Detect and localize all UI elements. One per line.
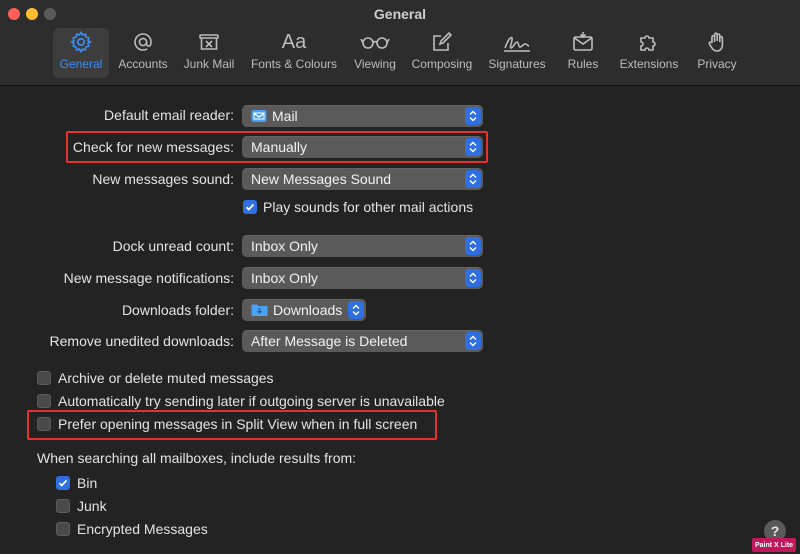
hand-icon bbox=[705, 28, 729, 56]
remove-downloads-label: Remove unedited downloads: bbox=[49, 333, 234, 349]
gear-icon bbox=[69, 28, 93, 56]
glasses-icon bbox=[360, 28, 390, 56]
remove-downloads-popup[interactable]: After Message is Deleted bbox=[242, 330, 483, 352]
notifications-popup[interactable]: Inbox Only bbox=[242, 267, 483, 289]
dock-count-popup[interactable]: Inbox Only bbox=[242, 235, 483, 257]
dock-count-label: Dock unread count: bbox=[112, 238, 234, 254]
tab-privacy[interactable]: Privacy bbox=[694, 28, 740, 78]
tab-rules[interactable]: Rules bbox=[563, 28, 603, 78]
default-reader-label: Default email reader: bbox=[104, 107, 234, 123]
search-heading: When searching all mailboxes, include re… bbox=[37, 450, 357, 466]
tab-fonts-colours[interactable]: Aa Fonts & Colours bbox=[245, 28, 343, 78]
rules-envelope-icon bbox=[571, 28, 595, 56]
signature-icon bbox=[502, 28, 532, 56]
search-bin-label: Bin bbox=[77, 475, 98, 491]
popup-arrows-icon bbox=[465, 269, 481, 287]
remove-downloads-value: After Message is Deleted bbox=[251, 333, 408, 349]
tab-fonts-colours-label: Fonts & Colours bbox=[250, 57, 338, 71]
compose-icon bbox=[430, 28, 454, 56]
popup-arrows-icon bbox=[348, 301, 364, 319]
archive-muted-checkbox[interactable] bbox=[37, 371, 51, 385]
archive-muted-label: Archive or delete muted messages bbox=[58, 370, 274, 386]
fonts-glyph: Aa bbox=[281, 30, 307, 53]
sound-value: New Messages Sound bbox=[251, 171, 392, 187]
mail-app-icon bbox=[251, 109, 267, 123]
tab-extensions-label: Extensions bbox=[619, 57, 679, 71]
default-reader-value: Mail bbox=[272, 108, 298, 124]
tab-signatures[interactable]: Signatures bbox=[483, 28, 551, 78]
downloads-value: Downloads bbox=[273, 302, 343, 318]
tab-junk-mail-label: Junk Mail bbox=[183, 57, 235, 71]
watermark-badge: Paint X Lite bbox=[752, 538, 796, 552]
tab-viewing-label: Viewing bbox=[354, 57, 396, 71]
preferences-window: General General Accounts Junk Mail Aa Fo… bbox=[0, 0, 800, 554]
notifications-label: New message notifications: bbox=[63, 270, 234, 286]
tab-junk-mail[interactable]: Junk Mail bbox=[179, 28, 239, 78]
puzzle-icon bbox=[637, 28, 661, 56]
send-later-checkbox[interactable] bbox=[37, 394, 51, 408]
popup-arrows-icon bbox=[465, 332, 481, 350]
tab-composing[interactable]: Composing bbox=[407, 28, 477, 78]
at-icon bbox=[131, 28, 155, 56]
window-title: General bbox=[373, 6, 427, 22]
highlight-check-new bbox=[66, 131, 488, 163]
tab-rules-label: Rules bbox=[567, 57, 599, 71]
tab-signatures-label: Signatures bbox=[488, 57, 546, 71]
toolbar: General General Accounts Junk Mail Aa Fo… bbox=[0, 0, 800, 86]
popup-arrows-icon bbox=[465, 170, 481, 188]
play-sounds-label: Play sounds for other mail actions bbox=[263, 199, 474, 215]
sound-label: New messages sound: bbox=[92, 171, 234, 187]
default-reader-popup[interactable]: Mail bbox=[242, 105, 483, 127]
search-encrypted-checkbox[interactable] bbox=[56, 522, 70, 536]
notifications-value: Inbox Only bbox=[251, 270, 318, 286]
fonts-icon: Aa bbox=[282, 28, 306, 56]
downloads-folder-icon bbox=[251, 303, 268, 317]
popup-arrows-icon bbox=[465, 107, 481, 125]
popup-arrows-icon bbox=[465, 237, 481, 255]
play-sounds-checkbox[interactable] bbox=[243, 200, 257, 214]
downloads-label: Downloads folder: bbox=[121, 302, 234, 318]
search-junk-checkbox[interactable] bbox=[56, 499, 70, 513]
tab-general[interactable]: General bbox=[53, 28, 109, 78]
downloads-popup[interactable]: Downloads bbox=[242, 299, 366, 321]
sound-popup[interactable]: New Messages Sound bbox=[242, 168, 483, 190]
junk-mail-icon bbox=[197, 28, 221, 56]
tab-viewing[interactable]: Viewing bbox=[349, 28, 401, 78]
tab-privacy-label: Privacy bbox=[697, 57, 737, 71]
search-bin-checkbox[interactable] bbox=[56, 476, 70, 490]
tab-extensions[interactable]: Extensions bbox=[616, 28, 682, 78]
tab-general-label: General bbox=[59, 57, 103, 71]
search-encrypted-label: Encrypted Messages bbox=[77, 521, 208, 537]
tab-accounts-label: Accounts bbox=[118, 57, 168, 71]
highlight-split-view bbox=[27, 410, 437, 440]
tab-composing-label: Composing bbox=[411, 57, 473, 71]
dock-count-value: Inbox Only bbox=[251, 238, 318, 254]
send-later-label: Automatically try sending later if outgo… bbox=[58, 393, 445, 409]
tab-accounts[interactable]: Accounts bbox=[113, 28, 173, 78]
search-junk-label: Junk bbox=[77, 498, 107, 514]
